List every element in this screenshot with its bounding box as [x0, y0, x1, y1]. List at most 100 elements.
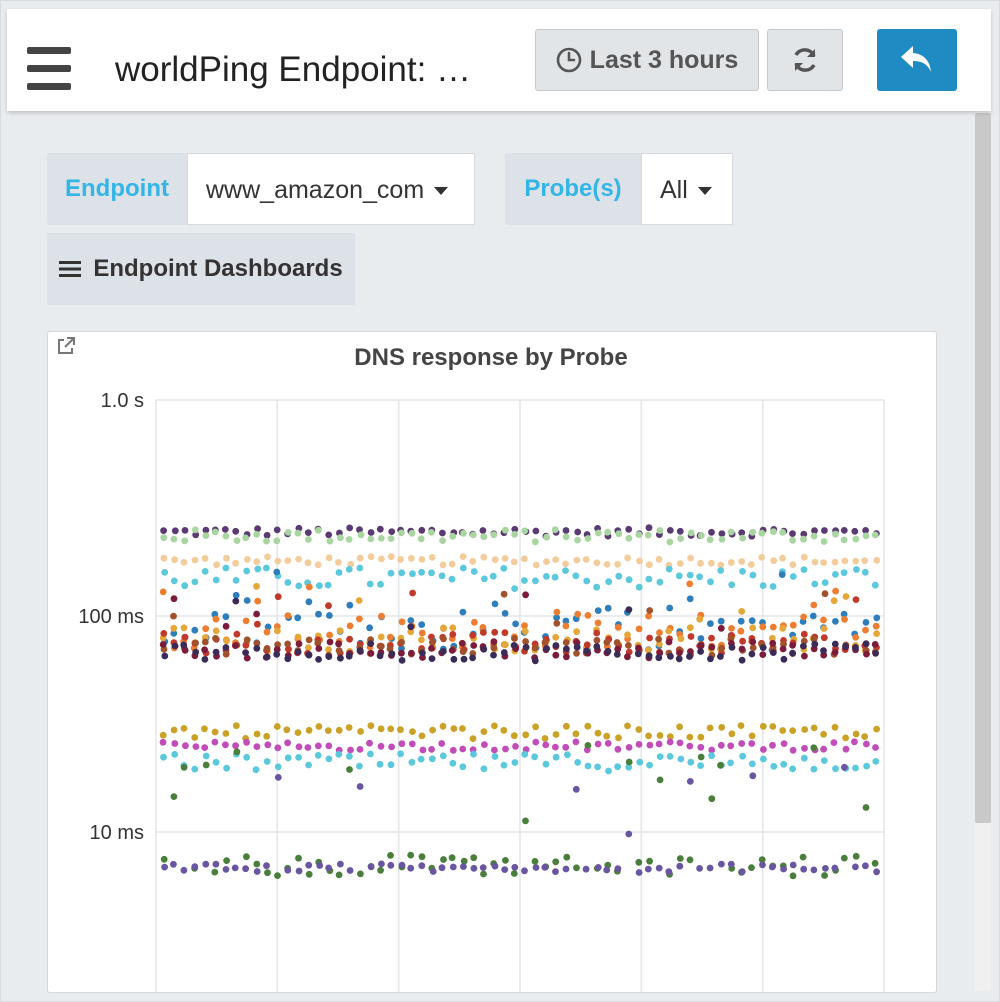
data-point	[223, 764, 231, 772]
data-point	[398, 569, 406, 577]
data-point	[572, 785, 580, 793]
probes-variable-select[interactable]: All	[641, 153, 733, 225]
data-point	[625, 830, 633, 838]
endpoint-dashboards-button[interactable]: Endpoint Dashboards	[47, 233, 355, 305]
data-point	[357, 531, 365, 539]
data-point	[532, 723, 539, 731]
data-point	[861, 733, 869, 740]
scrollbar-thumb[interactable]	[975, 113, 991, 823]
data-point	[408, 649, 415, 657]
data-point	[335, 751, 343, 758]
data-point	[696, 865, 703, 872]
data-point	[418, 853, 426, 861]
endpoint-variable-select[interactable]: www_amazon_com	[187, 153, 475, 225]
data-point	[789, 621, 797, 629]
data-point	[491, 862, 499, 870]
data-point	[387, 553, 395, 561]
data-point	[593, 636, 601, 644]
data-point	[604, 740, 612, 747]
data-point	[511, 585, 518, 592]
data-point	[541, 863, 549, 871]
data-point	[656, 753, 664, 760]
data-point	[769, 649, 777, 656]
data-point	[562, 560, 569, 568]
data-point	[419, 649, 426, 657]
data-point	[305, 644, 312, 651]
data-point	[832, 618, 839, 625]
data-point	[378, 555, 385, 563]
data-point	[769, 741, 776, 749]
data-point	[192, 648, 200, 656]
data-point	[284, 739, 291, 747]
data-point	[264, 741, 272, 749]
data-point	[377, 580, 384, 588]
top-navbar: worldPing Endpoint: … Last 3 hours	[7, 9, 991, 111]
data-point	[541, 639, 549, 646]
data-point	[532, 738, 540, 746]
data-point	[295, 754, 302, 761]
data-point	[810, 866, 818, 874]
data-point	[749, 644, 757, 652]
data-point	[584, 535, 592, 542]
data-point	[801, 726, 809, 733]
data-point	[408, 529, 416, 537]
data-point	[584, 722, 592, 730]
data-point	[532, 527, 540, 535]
data-point	[459, 745, 467, 753]
data-point	[439, 529, 446, 537]
data-point	[367, 640, 375, 647]
back-button[interactable]	[877, 29, 957, 91]
data-point	[779, 625, 787, 632]
hamburger-menu-icon[interactable]	[27, 47, 71, 93]
data-point	[820, 538, 828, 545]
data-point	[871, 581, 879, 589]
data-point	[387, 535, 395, 542]
data-point	[759, 651, 767, 658]
chevron-down-icon	[697, 187, 712, 196]
data-point	[490, 638, 498, 646]
data-point	[502, 857, 509, 864]
data-point	[502, 745, 509, 753]
data-point	[469, 735, 477, 742]
data-point	[284, 655, 292, 663]
data-point	[397, 726, 404, 734]
data-point	[191, 626, 199, 634]
data-point	[449, 863, 457, 871]
data-point	[708, 528, 715, 536]
data-point	[769, 723, 777, 730]
data-point	[357, 728, 364, 735]
data-point	[645, 524, 653, 532]
data-point	[294, 633, 302, 641]
data-point	[428, 645, 435, 652]
data-point	[759, 644, 767, 651]
data-point	[387, 569, 395, 577]
data-point	[552, 743, 559, 751]
data-point	[656, 578, 664, 586]
data-point	[212, 627, 220, 635]
data-point	[449, 759, 457, 767]
data-point	[717, 617, 725, 625]
data-point	[295, 582, 303, 590]
data-point	[686, 733, 694, 741]
data-point	[727, 528, 735, 536]
data-point	[284, 754, 292, 762]
data-point	[335, 640, 342, 648]
refresh-button[interactable]	[767, 29, 843, 91]
data-point	[871, 641, 879, 648]
data-point	[284, 612, 292, 619]
data-point	[346, 766, 353, 773]
data-point	[170, 535, 178, 543]
data-point	[171, 740, 179, 747]
data-point	[873, 630, 880, 637]
data-point	[221, 526, 229, 533]
data-point	[346, 601, 354, 609]
data-point	[222, 730, 230, 737]
data-point	[232, 597, 240, 605]
data-point	[273, 568, 281, 576]
data-point	[459, 763, 467, 771]
data-point	[439, 752, 447, 760]
data-point	[345, 652, 353, 660]
data-point	[831, 723, 839, 731]
data-point	[852, 863, 859, 871]
time-range-button[interactable]: Last 3 hours	[535, 29, 759, 91]
